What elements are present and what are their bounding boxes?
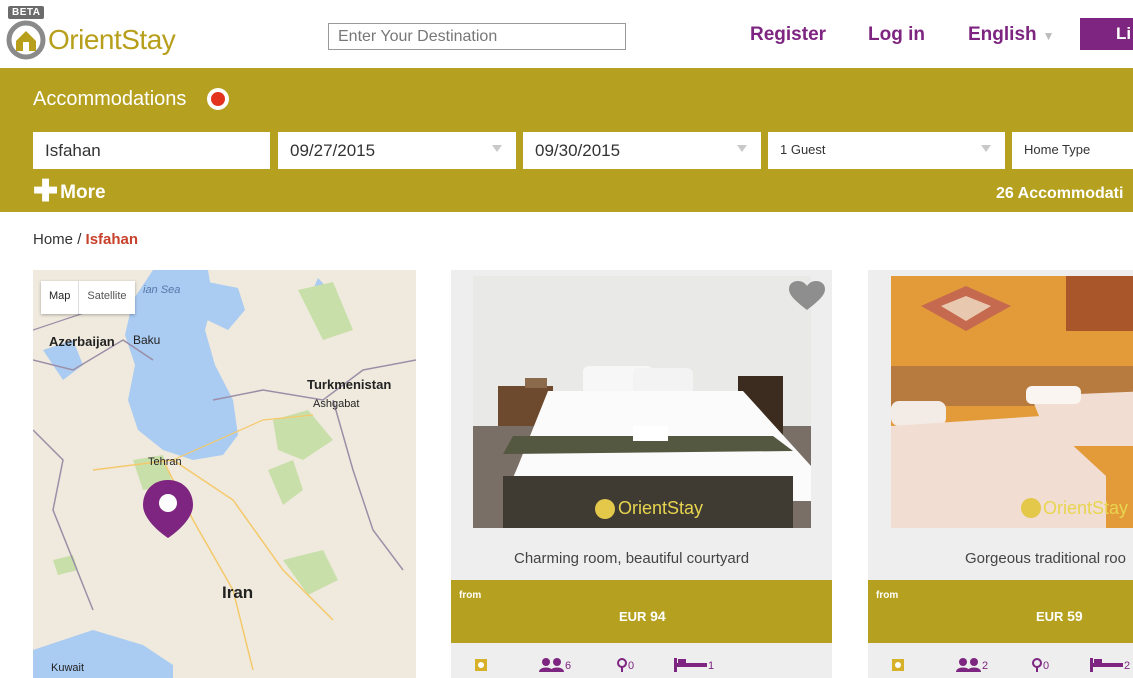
guests-count: 6 — [565, 660, 572, 672]
home-type-value: Home Type — [1024, 142, 1091, 157]
price-band: from EUR 59 — [868, 580, 1133, 643]
listing-title[interactable]: Charming room, beautiful courtyard — [514, 550, 749, 567]
places-amenity: 0 — [616, 658, 634, 672]
price-band: from EUR 94 — [451, 580, 832, 643]
map-label-turkmenistan: Turkmenistan — [307, 377, 392, 392]
people-icon — [956, 658, 981, 672]
breadcrumb-separator: / — [77, 231, 82, 248]
listing-title[interactable]: Gorgeous traditional roo — [965, 550, 1126, 567]
pin-icon — [1032, 658, 1042, 672]
breadcrumb: Home / Isfahan — [33, 231, 138, 248]
map-view-button[interactable]: Map — [41, 281, 78, 314]
photo-watermark: OrientStay — [1043, 498, 1129, 518]
amenities-row: 6 0 1 — [451, 654, 832, 678]
pin-icon — [617, 658, 627, 672]
checkin-value: 09/27/2015 — [290, 141, 376, 160]
listing-card[interactable]: OrientStay Charming room, beautiful cour… — [451, 270, 832, 678]
top-header: BETA OrientStay Register Log in English ▼… — [0, 0, 1133, 68]
guests-amenity: 6 — [539, 658, 571, 672]
dropdown-arrow-icon — [492, 145, 502, 152]
checkout-value: 09/30/2015 — [535, 141, 621, 160]
chevron-down-icon: ▼ — [1042, 29, 1055, 43]
price-value: EUR 59 — [1036, 608, 1083, 624]
heart-icon[interactable] — [787, 280, 827, 312]
map-label-azerbaijan: Azerbaijan — [49, 334, 115, 349]
map-label-iran: Iran — [222, 583, 254, 602]
register-link[interactable]: Register — [750, 24, 826, 46]
orientstay-logo[interactable]: BETA OrientStay — [4, 6, 176, 62]
dropdown-arrow-icon — [737, 145, 747, 152]
bedroom-photo — [473, 276, 811, 528]
traditional-room-photo — [891, 276, 1133, 528]
map-label-sea: ian Sea — [143, 284, 181, 296]
map-panel[interactable]: Map Satellite ian Sea Azerbaijan Baku Tu… — [33, 270, 416, 678]
map-label-kuwait: Kuwait — [51, 662, 85, 674]
logo-wordmark: OrientStay — [48, 24, 176, 55]
places-amenity: 0 — [1031, 658, 1049, 672]
amenities-row: 2 0 2 — [868, 654, 1133, 678]
city-field[interactable]: Isfahan — [33, 132, 270, 169]
map-label-ashgabat: Ashgabat — [313, 398, 360, 410]
login-link[interactable]: Log in — [868, 24, 925, 46]
dropdown-arrow-icon — [981, 145, 991, 152]
bed-icon — [674, 658, 707, 672]
status-dot-icon — [207, 88, 229, 110]
accommodations-title: Accommodations — [33, 88, 187, 110]
guests-amenity: 2 — [956, 658, 988, 672]
checkin-date-field[interactable]: 09/27/2015 — [278, 132, 516, 169]
plus-icon: ✚ — [33, 175, 59, 208]
home-type-select[interactable]: Home Type — [1012, 132, 1133, 169]
house-logo-icon — [6, 20, 46, 60]
guests-value: 1 Guest — [780, 142, 826, 157]
beds-amenity: 1 — [674, 658, 714, 672]
sun-icon — [473, 658, 489, 672]
price-amount: 59 — [1067, 608, 1083, 624]
places-count: 0 — [628, 660, 635, 672]
map-label-baku: Baku — [133, 333, 161, 347]
guests-count: 2 — [982, 660, 989, 672]
city-value: Isfahan — [45, 141, 101, 160]
more-label: More — [60, 182, 106, 203]
destination-search-input[interactable] — [328, 23, 626, 50]
listing-photo[interactable]: OrientStay — [891, 276, 1133, 528]
photo-watermark: OrientStay — [618, 498, 704, 518]
price-from-label: from — [876, 590, 899, 601]
beds-count: 1 — [708, 660, 715, 672]
checkout-date-field[interactable]: 09/30/2015 — [523, 132, 761, 169]
breadcrumb-current: Isfahan — [85, 231, 139, 248]
beta-badge: BETA — [8, 6, 45, 19]
guests-select[interactable]: 1 Guest — [768, 132, 1005, 169]
search-band: Accommodations Isfahan 09/27/2015 09/30/… — [0, 68, 1133, 212]
language-selector[interactable]: English ▼ — [968, 24, 1055, 46]
map-type-toggle[interactable]: Map Satellite — [41, 281, 135, 314]
list-property-button[interactable]: Li — [1080, 18, 1133, 50]
price-amount: 94 — [650, 608, 666, 624]
people-icon — [539, 658, 564, 672]
price-value: EUR 94 — [619, 608, 666, 624]
places-count: 0 — [1043, 660, 1050, 672]
price-currency: EUR — [619, 609, 647, 624]
listing-card[interactable]: OrientStay Gorgeous traditional roo from… — [868, 270, 1133, 678]
price-currency: EUR — [1036, 609, 1064, 624]
map-terrain — [33, 270, 416, 678]
beds-amenity: 2 — [1090, 658, 1130, 672]
satellite-view-button[interactable]: Satellite — [78, 281, 134, 314]
price-from-label: from — [459, 590, 482, 601]
breadcrumb-home[interactable]: Home — [33, 231, 73, 248]
result-count: 26 Accommodati — [996, 185, 1124, 202]
language-label: English — [968, 24, 1037, 45]
listing-photo[interactable]: OrientStay — [473, 276, 811, 528]
more-filters-button[interactable]: ✚ More — [33, 174, 106, 209]
beds-count: 2 — [1124, 660, 1131, 672]
map-label-tehran: Tehran — [148, 456, 182, 468]
bed-icon — [1090, 658, 1123, 672]
sun-icon — [890, 658, 906, 672]
